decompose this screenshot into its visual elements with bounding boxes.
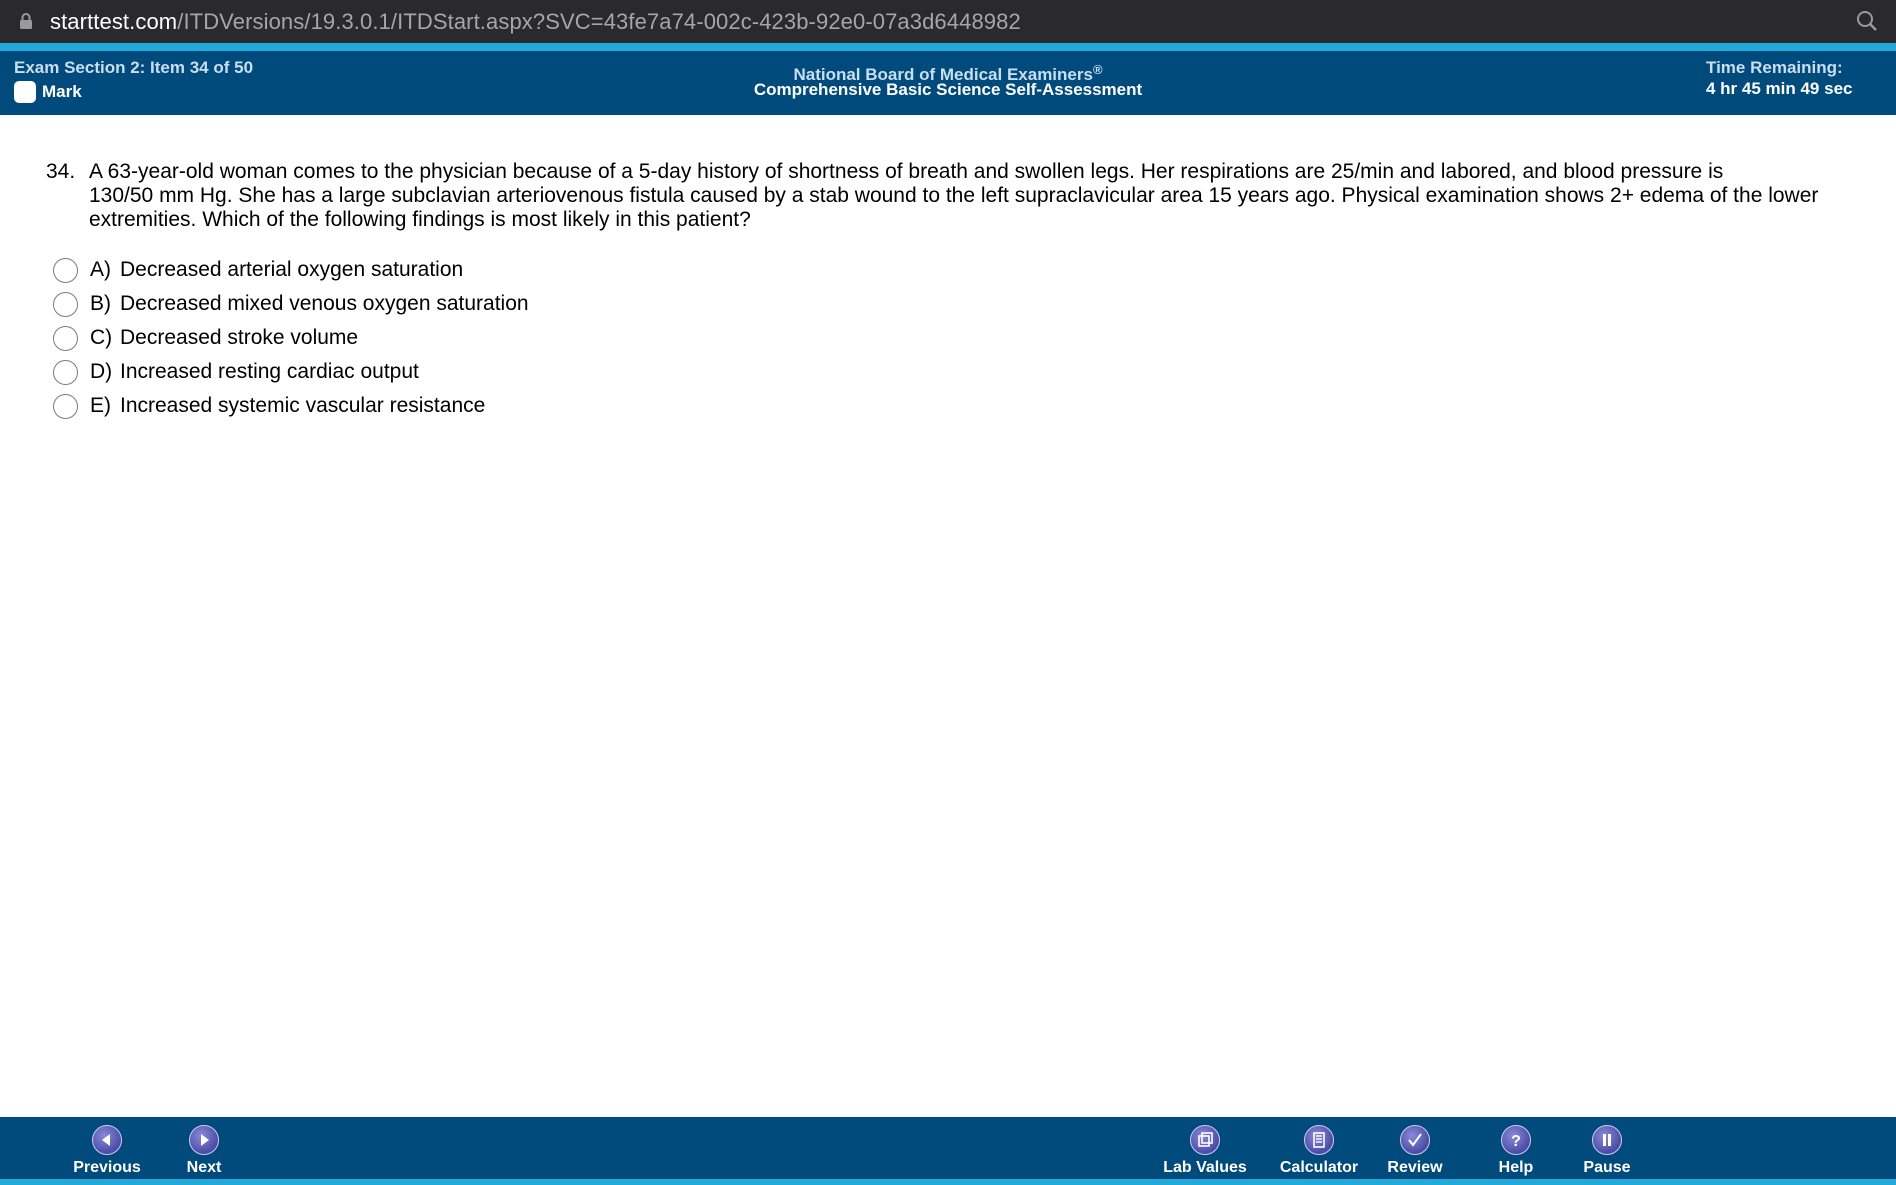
pause-label: Pause xyxy=(1583,1159,1631,1176)
top-accent-stripe xyxy=(0,43,1896,51)
choice-letter: E) xyxy=(90,394,111,417)
help-icon: ? xyxy=(1501,1125,1531,1155)
previous-arrow-icon xyxy=(92,1125,122,1155)
pause-button[interactable]: Pause xyxy=(1580,1125,1634,1177)
time-remaining-value: 4 hr 45 min 49 sec xyxy=(1706,79,1853,98)
answer-choice-c[interactable]: C) Decreased stroke volume xyxy=(53,321,529,355)
bottom-accent-stripe xyxy=(0,1179,1896,1185)
next-arrow-icon xyxy=(189,1125,219,1155)
svg-text:?: ? xyxy=(1511,1133,1521,1150)
choice-text[interactable]: Decreased stroke volume xyxy=(120,326,358,350)
radio-button[interactable] xyxy=(53,359,78,385)
time-remaining-label: Time Remaining: xyxy=(1706,58,1843,77)
choice-text[interactable]: Increased systemic vascular resistance xyxy=(120,394,485,418)
registered-mark: ® xyxy=(1092,62,1103,77)
exam-header: Exam Section 2: Item 34 of 50 Mark Natio… xyxy=(0,51,1896,115)
next-label: Next xyxy=(186,1159,222,1176)
search-icon[interactable] xyxy=(1856,10,1878,32)
previous-label: Previous xyxy=(73,1159,141,1176)
url-path: /ITDVersions/19.3.0.1/ITDStart.aspx?SVC=… xyxy=(177,9,1021,34)
question-line: 130/50 mm Hg. She has a large subclavian… xyxy=(89,184,1819,207)
question-line: extremities. Which of the following find… xyxy=(89,208,751,231)
choice-text[interactable]: Decreased arterial oxygen saturation xyxy=(120,258,463,282)
radio-button[interactable] xyxy=(53,325,78,351)
browser-url-bar[interactable]: starttest.com/ITDVersions/19.3.0.1/ITDSt… xyxy=(0,0,1896,43)
radio-button[interactable] xyxy=(53,291,78,317)
checkmark-icon xyxy=(1400,1125,1430,1155)
lab-values-icon xyxy=(1190,1125,1220,1155)
review-button[interactable]: Review xyxy=(1384,1125,1446,1177)
review-label: Review xyxy=(1387,1159,1443,1176)
choice-letter: B) xyxy=(90,292,111,315)
radio-button[interactable] xyxy=(53,393,78,419)
choice-text[interactable]: Decreased mixed venous oxygen saturation xyxy=(120,292,529,316)
url-text[interactable]: starttest.com/ITDVersions/19.3.0.1/ITDSt… xyxy=(50,9,1021,35)
exam-title: Comprehensive Basic Science Self-Assessm… xyxy=(753,80,1143,99)
lab-values-label: Lab Values xyxy=(1163,1159,1247,1176)
answer-choices: A) Decreased arterial oxygen saturation … xyxy=(53,253,529,423)
calculator-button[interactable]: Calculator xyxy=(1278,1125,1360,1177)
lab-values-button[interactable]: Lab Values xyxy=(1160,1125,1250,1177)
choice-letter: D) xyxy=(90,360,113,383)
lock-icon xyxy=(20,13,32,29)
calculator-icon xyxy=(1304,1125,1334,1155)
choice-letter: C) xyxy=(90,326,113,349)
radio-button[interactable] xyxy=(53,257,78,283)
choice-letter: A) xyxy=(90,258,111,281)
next-button[interactable]: Next xyxy=(177,1125,231,1177)
url-host: starttest.com xyxy=(50,9,178,34)
help-label: Help xyxy=(1498,1159,1534,1176)
answer-choice-b[interactable]: B) Decreased mixed venous oxygen saturat… xyxy=(53,287,529,321)
question-line: A 63-year-old woman comes to the physici… xyxy=(89,160,1724,183)
bottom-toolbar: Previous Next Lab Values Calculator Revi… xyxy=(0,1117,1896,1179)
help-button[interactable]: ? Help xyxy=(1492,1125,1540,1177)
choice-text[interactable]: Increased resting cardiac output xyxy=(120,360,419,384)
pause-icon xyxy=(1592,1125,1622,1155)
answer-choice-e[interactable]: E) Increased systemic vascular resistanc… xyxy=(53,389,529,423)
answer-choice-d[interactable]: D) Increased resting cardiac output xyxy=(53,355,529,389)
previous-button[interactable]: Previous xyxy=(72,1125,142,1177)
calculator-label: Calculator xyxy=(1279,1159,1359,1176)
answer-choice-a[interactable]: A) Decreased arterial oxygen saturation xyxy=(53,253,529,287)
question-number: 34. xyxy=(46,160,76,183)
question-text: A 63-year-old woman comes to the physici… xyxy=(89,160,1896,232)
